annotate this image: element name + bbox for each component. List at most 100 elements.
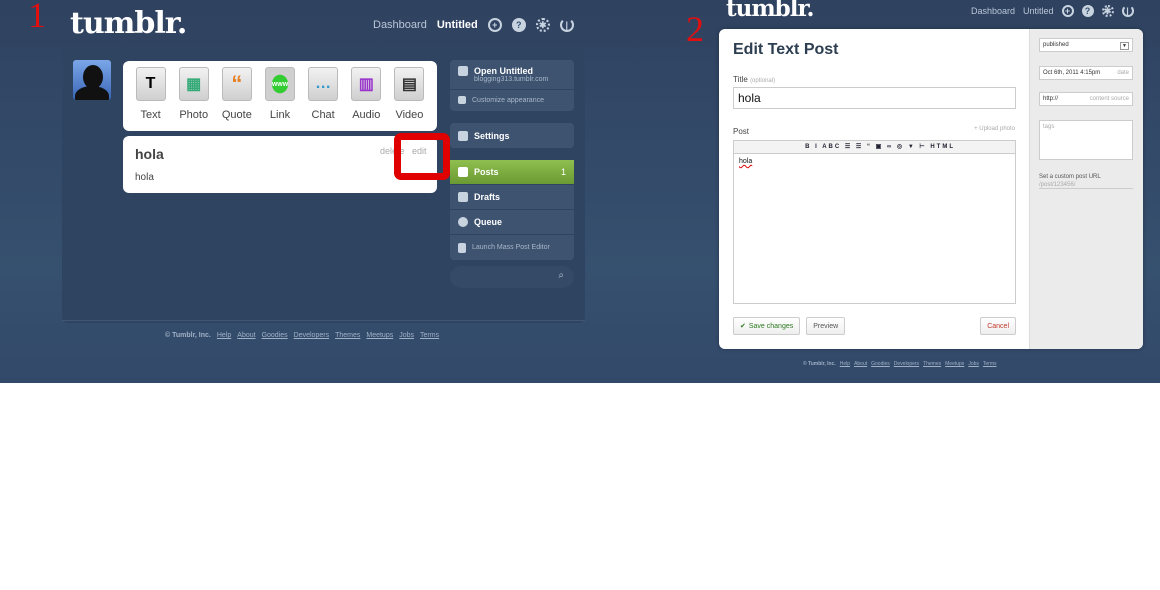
photo-post-icon: ▦ — [178, 67, 209, 101]
posts-count: 1 — [560, 167, 566, 177]
title-input[interactable]: hola — [733, 87, 1016, 109]
footer-link-jobs[interactable]: Jobs — [399, 332, 414, 339]
footer-link-help[interactable]: Help — [217, 332, 231, 339]
source-hint: content source — [1089, 96, 1129, 102]
footer-link-themes[interactable]: Themes — [335, 332, 360, 339]
footer-link-developers[interactable]: Developers — [294, 332, 329, 339]
power-icon[interactable]: | — [559, 18, 574, 32]
open-blog-icon — [458, 66, 468, 76]
open-blog-label: Open Untitled — [474, 66, 533, 76]
settings-label: Settings — [474, 130, 510, 141]
nav-blog[interactable]: Untitled — [1023, 6, 1054, 16]
customize-label: Customize appearance — [472, 96, 544, 104]
custom-url-input[interactable]: /post/123456/ — [1039, 182, 1133, 189]
footer-link-themes[interactable]: Themes — [923, 361, 941, 367]
power-icon[interactable]: | — [1121, 5, 1134, 17]
mass-editor-link[interactable]: Launch Mass Post Editor — [450, 235, 574, 260]
footer-link-about[interactable]: About — [854, 361, 867, 367]
settings-panel: Settings — [450, 123, 574, 148]
status-select[interactable]: published ▼ — [1039, 38, 1133, 52]
footer-link-jobs[interactable]: Jobs — [968, 361, 979, 367]
cancel-button[interactable]: Cancel — [980, 317, 1016, 335]
footer-link-terms[interactable]: Terms — [420, 332, 439, 339]
top-nav: Dashboard Untitled + ? ✱ | — [373, 18, 574, 32]
post-type-link[interactable]: www Link — [261, 67, 299, 125]
nav-dashboard[interactable]: Dashboard — [971, 6, 1015, 16]
footer: © Tumblr, Inc. Help About Goodies Develo… — [803, 361, 997, 367]
posts-icon — [458, 167, 468, 177]
date-field[interactable]: Oct 6th, 2011 4:15pm date — [1039, 66, 1133, 80]
copyright: © Tumblr, Inc. — [803, 361, 836, 367]
help-icon[interactable]: ? — [511, 18, 526, 32]
post-type-audio[interactable]: ▥ Audio — [347, 67, 385, 125]
title-label-text: Title — [733, 75, 748, 84]
text-post-icon: T — [135, 67, 166, 101]
posts-label: Posts — [474, 167, 499, 177]
settings-link[interactable]: Settings — [450, 123, 574, 148]
nav-blog[interactable]: Untitled — [437, 19, 478, 31]
customize-link[interactable]: Customize appearance — [450, 90, 574, 110]
sidebar-item-queue[interactable]: Queue — [450, 210, 574, 235]
post-type-label: Video — [395, 109, 424, 121]
search-icon: ⌕ — [558, 270, 564, 281]
step-number: 2 — [686, 9, 704, 49]
queue-icon — [458, 217, 468, 227]
open-blog-link[interactable]: Open Untitled blogging313.tumblr.com — [450, 60, 574, 90]
sidebar-item-drafts[interactable]: Drafts — [450, 185, 574, 210]
edit-post-screenshot: 2 tumblr. Dashboard Untitled + ? ✱ | Edi… — [676, 0, 1160, 383]
mass-editor-label: Launch Mass Post Editor — [472, 244, 550, 251]
check-icon: ✔ — [740, 323, 746, 330]
wrench-icon — [458, 96, 466, 104]
preview-button[interactable]: Preview — [806, 317, 846, 335]
link-post-icon: www — [264, 67, 295, 101]
custom-url-label: Set a custom post URL — [1039, 174, 1101, 180]
blog-panel: Open Untitled blogging313.tumblr.com Cust… — [450, 60, 574, 111]
footer-link-help[interactable]: Help — [840, 361, 850, 367]
nav-dashboard[interactable]: Dashboard — [373, 19, 427, 31]
tumblr-logo: tumblr. — [70, 6, 187, 41]
footer-link-about[interactable]: About — [237, 332, 255, 339]
rich-text-toolbar[interactable]: B I ABC ☰ ☰ “ ▣ ∞ ◎ ▼ ⊢ HTML — [733, 140, 1016, 154]
footer-link-terms[interactable]: Terms — [983, 361, 997, 367]
post-type-label: Chat — [311, 109, 335, 121]
drafts-icon — [458, 192, 468, 202]
footer-link-meetups[interactable]: Meetups — [945, 361, 964, 367]
title-optional: (optional) — [750, 78, 776, 84]
new-post-icon[interactable]: + — [487, 18, 502, 32]
sidebar-item-posts[interactable]: Posts 1 — [450, 160, 574, 185]
post-body-text: hola — [739, 158, 753, 165]
save-button[interactable]: ✔ Save changes — [733, 317, 801, 335]
post-type-video[interactable]: ▤ Video — [390, 67, 428, 125]
footer-divider — [62, 320, 585, 321]
post-type-text[interactable]: T Text — [132, 67, 170, 125]
post-type-label: Photo — [179, 109, 209, 121]
new-post-icon[interactable]: + — [1061, 5, 1074, 17]
footer-link-goodies[interactable]: Goodies — [262, 332, 288, 339]
page-title: Edit Text Post — [733, 41, 839, 58]
help-icon[interactable]: ? — [1081, 5, 1094, 17]
date-value: Oct 6th, 2011 4:15pm — [1043, 70, 1101, 76]
gear-icon[interactable]: ✱ — [535, 18, 550, 32]
footer-link-developers[interactable]: Developers — [894, 361, 919, 367]
footer-link-goodies[interactable]: Goodies — [871, 361, 890, 367]
editor-main: Edit Text Post Title (optional) hola Pos… — [719, 29, 1029, 349]
top-nav: Dashboard Untitled + ? ✱ | — [971, 5, 1134, 17]
post-type-chat[interactable]: … Chat — [304, 67, 342, 125]
chevron-down-icon: ▼ — [1120, 42, 1129, 50]
post-card: hola hola delete edit — [123, 136, 437, 193]
post-body-editor[interactable]: hola — [733, 154, 1016, 304]
form-actions: ✔ Save changes Preview Cancel — [733, 317, 1016, 335]
title-label: Title (optional) — [733, 75, 1015, 84]
search-input[interactable]: ⌕ — [450, 266, 574, 288]
copyright: © Tumblr, Inc. — [165, 332, 211, 339]
content-source-field[interactable]: http:// content source — [1039, 92, 1133, 106]
footer-link-meetups[interactable]: Meetups — [366, 332, 393, 339]
tags-input[interactable]: tags — [1039, 120, 1133, 160]
save-label: Save changes — [748, 322, 794, 330]
post-type-quote[interactable]: “ Quote — [218, 67, 256, 125]
upload-photo-link[interactable]: + Upload photo — [974, 126, 1015, 132]
post-type-photo[interactable]: ▦ Photo — [175, 67, 213, 125]
post-label: Post — [733, 127, 750, 136]
gear-icon[interactable]: ✱ — [1101, 5, 1114, 17]
avatar[interactable] — [73, 60, 111, 100]
